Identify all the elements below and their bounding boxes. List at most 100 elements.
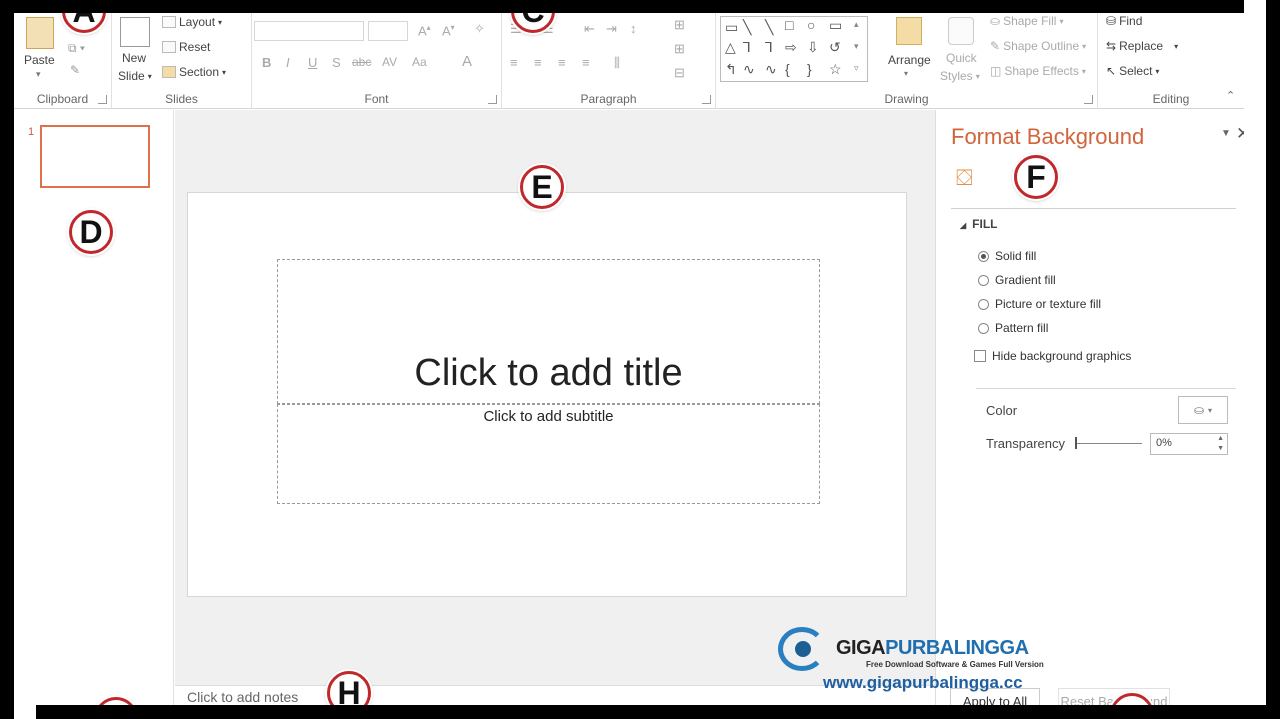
pane-options-icon[interactable]: ▼ [1221,128,1231,139]
decrease-indent-icon[interactable]: ⇤ [584,21,595,37]
color-picker-button[interactable]: ⛀ ▾ [1178,396,1228,424]
triangle-shape-icon[interactable]: △ [725,39,736,56]
pattern-fill-option[interactable]: Pattern fill [978,321,1048,335]
copy-icon[interactable]: ⧉ ▾ [68,41,85,56]
subtitle-placeholder[interactable]: Click to add subtitle [277,404,820,504]
change-case-button[interactable]: Aa [412,55,427,69]
gradient-fill-option[interactable]: Gradient fill [978,273,1056,287]
wave-shape-icon[interactable]: ∿ [743,61,755,78]
shrink-font-icon[interactable]: A▾ [442,23,455,38]
paragraph-launcher-icon[interactable] [702,95,711,104]
replace-button[interactable]: ⇆ Replace ▾ [1106,39,1178,53]
shapes-gallery[interactable]: ▭ ╲ ╲ □ ○ ▭ △ ⅂ ⅂ ⇨ ⇩ ↺ ↰ ∿ ∿ { } ☆ ▴ ▾ [720,16,868,82]
arrow-shape-icon[interactable]: ╲ [765,19,773,36]
curve-shape-icon[interactable]: ↺ [829,39,841,56]
line-shape-icon[interactable]: ╲ [743,19,751,36]
connector-shape-icon[interactable]: ⅂ [743,39,751,56]
radio[interactable] [978,298,989,310]
new-slide-button[interactable]: New [122,51,146,65]
transparency-slider[interactable] [1076,443,1142,444]
slider-thumb[interactable] [1075,437,1077,449]
font-size-input[interactable] [368,21,408,41]
spinner-arrows-icon[interactable]: ▲ ▼ [1217,434,1224,454]
columns-icon[interactable]: ⫼ [614,55,620,71]
bracket-left-shape-icon[interactable]: { [785,61,790,77]
layout-button[interactable]: Layout ▾ [162,15,222,29]
new-slide-icon[interactable] [120,17,150,47]
underline-button[interactable]: U [308,55,317,70]
down-arrow-shape-icon[interactable]: ⇩ [807,39,819,56]
chevron-down-icon[interactable]: ▾ [36,69,41,80]
justify-icon[interactable]: ≡ [582,55,590,70]
rectangle-shape-icon[interactable]: □ [785,17,793,33]
hide-background-graphics-option[interactable]: Hide background graphics [974,349,1131,363]
align-center-icon[interactable]: ≡ [534,55,542,70]
format-painter-icon[interactable]: ✎ [70,63,80,77]
paste-icon[interactable] [26,17,54,49]
font-name-input[interactable] [254,21,364,41]
bent-arrow-shape-icon[interactable]: ↰ [725,61,737,78]
align-text-icon[interactable]: ⊞ [674,41,685,57]
arrange-button[interactable]: Arrange [888,53,931,67]
gallery-up-icon[interactable]: ▴ [854,19,859,30]
fill-section-header[interactable]: ◢ FILL [960,217,997,231]
align-left-icon[interactable]: ≡ [510,55,518,70]
transparency-input[interactable]: 0% ▲ ▼ [1150,433,1228,455]
radio[interactable] [978,322,989,334]
chevron-down-icon[interactable]: ▾ [904,69,908,78]
radio[interactable] [978,274,989,286]
shape-fill-button[interactable]: ⛀ Shape Fill ▾ [990,14,1063,28]
font-color-button[interactable]: A [462,53,472,70]
fill-tab-icon[interactable]: ⛋ [956,165,973,191]
elbow-shape-icon[interactable]: ⅂ [765,39,773,56]
color-label: Color [986,403,1018,418]
reset-button[interactable]: Reset [162,40,210,54]
slide-canvas[interactable]: Click to add title Click to add subtitle [187,192,907,597]
section-button[interactable]: Section ▾ [162,65,226,79]
shadow-button[interactable]: S [332,55,341,70]
textbox-shape-icon[interactable]: ▭ [725,19,738,36]
gallery-more-icon[interactable]: ▿ [854,63,859,74]
close-icon[interactable]: ✕ [1236,124,1244,144]
shape-effects-button[interactable]: ◫ Shape Effects ▾ [990,64,1086,78]
increase-indent-icon[interactable]: ⇥ [606,21,617,37]
quick-styles-button[interactable]: Quick [946,51,977,65]
star-shape-icon[interactable]: ☆ [829,61,842,78]
grow-font-icon[interactable]: A▴ [418,23,431,38]
watermark-brand: GIGAPURBALINGGA [836,637,1029,659]
new-slide-button-line2[interactable]: Slide ▾ [118,69,152,83]
bold-button[interactable]: B [262,55,271,70]
checkbox[interactable] [974,350,986,362]
collapse-ribbon-icon[interactable]: ⌃ [1226,89,1235,102]
gallery-down-icon[interactable]: ▾ [854,41,859,52]
slide-thumbnails-pane: 1 [14,110,174,705]
radio-selected[interactable] [978,250,989,262]
spacing-button[interactable]: AV [382,55,397,69]
align-right-icon[interactable]: ≡ [558,55,566,70]
italic-button[interactable]: I [286,55,290,70]
paste-button[interactable]: Paste [24,53,55,67]
drawing-launcher-icon[interactable] [1084,95,1093,104]
font-launcher-icon[interactable] [488,95,497,104]
right-arrow-shape-icon[interactable]: ⇨ [785,39,797,56]
rounded-rect-shape-icon[interactable]: ▭ [829,17,842,34]
quick-styles-button-line2[interactable]: Styles ▾ [940,69,980,83]
title-placeholder[interactable]: Click to add title [277,259,820,404]
select-button[interactable]: ↖ Select ▾ [1106,64,1159,78]
oval-shape-icon[interactable]: ○ [807,17,815,33]
text-direction-icon[interactable]: ⊞ [674,17,685,33]
smartart-icon[interactable]: ⊟ [674,65,685,81]
clear-format-icon[interactable]: ✧ [474,21,485,37]
freeform-shape-icon[interactable]: ∿ [765,61,777,78]
quick-styles-icon[interactable] [948,17,974,45]
shape-outline-button[interactable]: ✎ Shape Outline ▾ [990,39,1086,53]
strikethrough-button[interactable]: abc [352,55,371,69]
slide-thumbnail[interactable] [40,125,150,188]
line-spacing-icon[interactable]: ↕ [630,21,637,36]
arrange-icon[interactable] [896,17,922,45]
solid-fill-option[interactable]: Solid fill [978,249,1036,263]
bracket-right-shape-icon[interactable]: } [807,61,812,77]
picture-fill-option[interactable]: Picture or texture fill [978,297,1101,311]
clipboard-launcher-icon[interactable] [98,95,107,104]
find-button[interactable]: ⛁ Find [1106,14,1142,28]
